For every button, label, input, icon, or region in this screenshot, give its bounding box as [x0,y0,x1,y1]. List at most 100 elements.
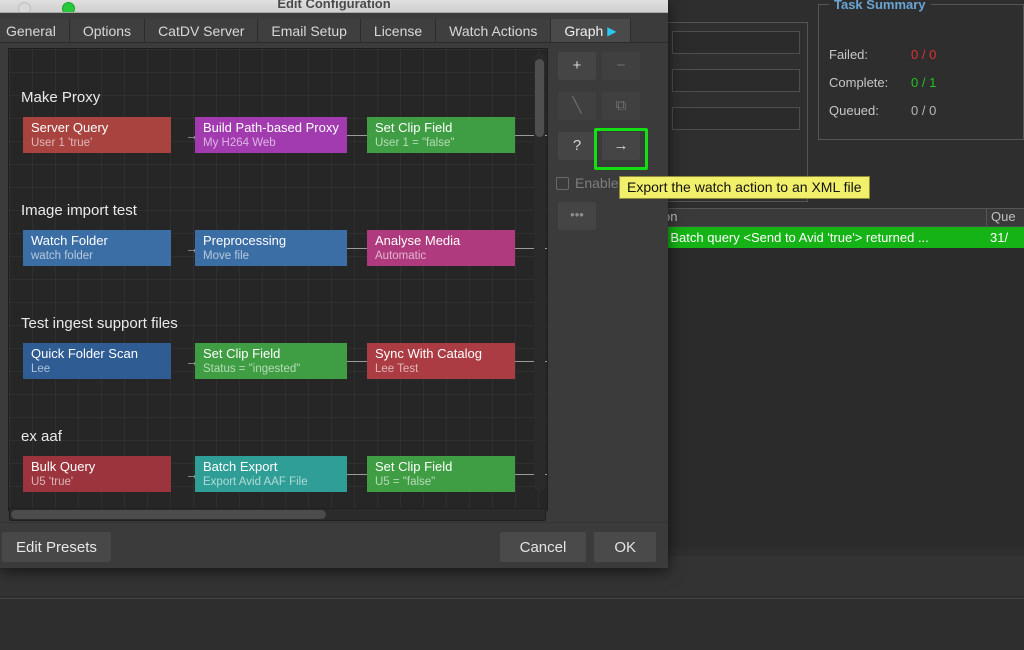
node-connector [347,248,369,249]
ok-button[interactable]: OK [594,532,656,562]
node-subtitle: Export Avid AAF File [203,476,308,488]
help-button[interactable]: ? [558,132,596,160]
node-title: Preprocessing [203,233,287,248]
cancel-button[interactable]: Cancel [499,532,587,562]
graph-node[interactable]: Preprocessing Move file [195,230,347,266]
log-row-message: ll Batch query <Send to Avid 'true'> ret… [661,230,929,245]
background-text-field[interactable] [672,107,800,130]
tab-label: Graph [564,22,604,39]
add-button[interactable]: + [558,52,596,80]
graph-node[interactable]: Bulk Query U5 'true' [23,456,171,492]
group-title: ex aaf [21,428,62,445]
tab-catdv-server[interactable]: CatDV Server [145,19,259,42]
node-title: Analyse Media [375,233,461,248]
node-title: Bulk Query [31,459,96,474]
node-connector [347,135,369,136]
failed-value: 0 / 0 [911,47,937,62]
graph-horizontal-scrollbar[interactable] [9,508,546,521]
tab-watch-actions[interactable]: Watch Actions [436,19,552,42]
graph-node[interactable]: Server Query User 1 'true' [23,117,171,153]
node-subtitle: Lee [31,363,51,375]
tab-general[interactable]: General [0,19,70,42]
task-summary-row-failed: Failed: 0 / 0 [829,47,936,62]
graph-node[interactable]: Quick Folder Scan Lee [23,343,171,379]
task-summary-panel: Task Summary Failed: 0 / 0 Complete: 0 /… [818,0,1024,140]
graph-node[interactable]: Batch Export Export Avid AAF File [195,456,347,492]
tab-label: Options [82,22,132,39]
tab-license[interactable]: License [360,19,437,42]
duplicate-button[interactable]: ⧉ [602,92,640,120]
graph-node[interactable]: Watch Folder watch folder [23,230,171,266]
log-column-header-queued[interactable]: Que [986,209,1024,226]
graph-canvas[interactable]: Make Proxy Server Query User 1 'true' → … [8,48,548,511]
dialog-titlebar[interactable]: Edit Configuration [0,0,668,13]
tab-label: Email Setup [271,22,347,39]
scrollbar-thumb[interactable] [11,510,326,519]
complete-label: Complete: [829,75,889,90]
group-title: Image import test [21,202,137,219]
log-table: on Que ll Batch query <Send to Avid 'tru… [659,208,1024,256]
node-subtitle: U5 = "false" [375,476,436,488]
node-title: Build Path-based Proxy [203,120,339,135]
task-summary-row-queued: Queued: 0 / 0 [829,103,936,118]
checkbox-box[interactable] [556,176,569,190]
task-summary-title: Task Summary [829,0,931,12]
graph-node[interactable]: Set Clip Field U5 = "false" [367,456,515,492]
scrollbar-thumb[interactable] [535,59,544,137]
tab-graph[interactable]: Graph ▶ [551,19,631,42]
edit-configuration-dialog: Edit Configuration General Options CatDV… [0,0,668,568]
log-table-header: on Que [659,208,1024,227]
node-title: Watch Folder [31,233,108,248]
group-title: Make Proxy [21,89,101,106]
node-subtitle: U5 'true' [31,476,74,488]
graph-node[interactable]: Set Clip Field User 1 = "false" [367,117,515,153]
queued-label: Queued: [829,103,879,118]
enable-checkbox-label: Enable [575,175,619,191]
graph-vertical-scrollbar[interactable] [534,53,545,492]
node-title: Batch Export [203,459,278,474]
node-subtitle: Automatic [375,250,427,262]
node-subtitle: My H264 Web [203,137,276,149]
tab-label: Watch Actions [449,22,538,39]
graph-node[interactable]: Set Clip Field Status = "ingested" [195,343,347,379]
tab-email-setup[interactable]: Email Setup [258,19,361,42]
more-options-button[interactable]: ••• [558,202,596,230]
main-action-toolbar: t Refresh Stop Restart Edit Config View … [0,598,1024,650]
log-column-header-action[interactable]: on [659,209,986,226]
node-subtitle: Lee Test [375,363,419,375]
task-summary-row-complete: Complete: 0 / 1 [829,75,936,90]
footer-right-area: Cancel OK [499,532,656,562]
edit-presets-button[interactable]: Edit Presets [2,532,111,562]
node-title: Server Query [31,120,109,135]
tab-options[interactable]: Options [69,19,146,42]
remove-button[interactable]: − [602,52,640,80]
graph-node[interactable]: Sync With Catalog Lee Test [367,343,515,379]
queued-value: 0 / 0 [911,103,937,118]
node-subtitle: watch folder [31,250,94,262]
node-title: Set Clip Field [203,346,281,361]
node-title: Quick Folder Scan [31,346,138,361]
dialog-tabstrip: General Options CatDV Server Email Setup… [0,13,668,43]
graph-toolbar: + − ╲ ⧉ ? → ••• [556,48,656,248]
node-subtitle: Move file [203,250,250,262]
background-field-group [663,22,808,202]
node-subtitle: Status = "ingested" [203,363,301,375]
log-table-row[interactable]: ll Batch query <Send to Avid 'true'> ret… [659,227,1024,248]
footer-left-area: Edit Presets [2,532,111,562]
background-text-field[interactable] [672,31,800,54]
background-text-field[interactable] [672,69,800,92]
node-connector [347,474,369,475]
enable-checkbox[interactable]: Enable [556,175,619,191]
export-xml-button[interactable]: → [602,132,640,160]
tab-label: CatDV Server [158,22,245,39]
tooltip: Export the watch action to an XML file [619,176,870,199]
node-title: Set Clip Field [375,120,453,135]
graph-node[interactable]: Analyse Media Automatic [367,230,515,266]
tab-scroll-right-icon[interactable]: ▶ [607,24,616,38]
group-title: Test ingest support files [21,315,178,332]
screen: Task Summary Failed: 0 / 0 Complete: 0 /… [0,0,1024,650]
edit-pencil-button[interactable]: ╲ [558,92,596,120]
dialog-title: Edit Configuration [277,0,391,11]
graph-node[interactable]: Build Path-based Proxy My H264 Web [195,117,347,153]
tab-label: License [373,22,423,39]
